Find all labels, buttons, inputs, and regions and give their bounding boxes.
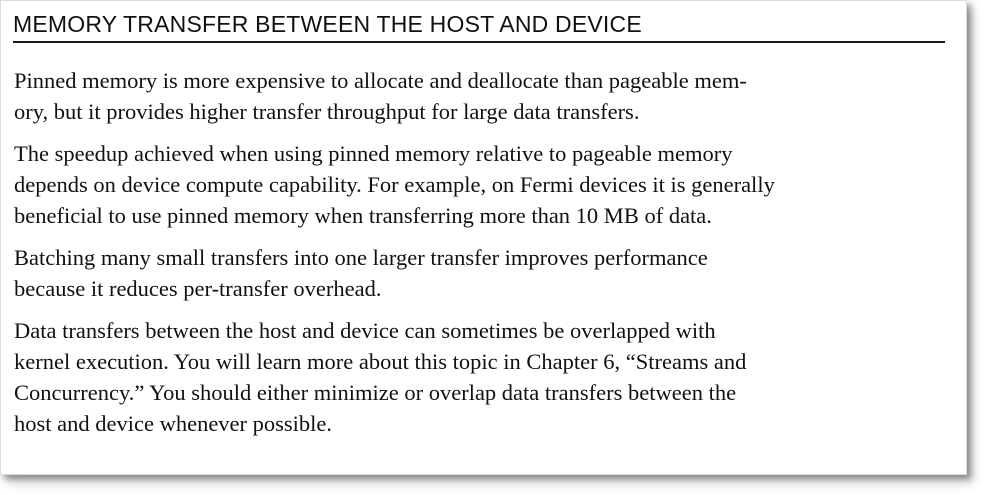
text-line: depends on device compute capability. Fo…	[14, 172, 775, 197]
text-line: beneficial to use pinned memory when tra…	[14, 203, 712, 228]
box-title: MEMORY TRANSFER BETWEEN THE HOST AND DEV…	[13, 7, 945, 43]
text-line: because it reduces per-transfer overhead…	[14, 276, 382, 301]
text-line: The speedup achieved when using pinned m…	[14, 141, 733, 166]
text-line: Pinned memory is more expensive to alloc…	[14, 68, 747, 93]
sidebar-note-box: MEMORY TRANSFER BETWEEN THE HOST AND DEV…	[0, 0, 967, 475]
box-body: Pinned memory is more expensive to alloc…	[14, 65, 949, 450]
text-line: host and device whenever possible.	[14, 411, 333, 436]
text-line: Concurrency.” You should either minimize…	[14, 380, 737, 405]
text-line: kernel execution. You will learn more ab…	[14, 349, 747, 374]
text-line: ory, but it provides higher transfer thr…	[14, 99, 640, 124]
paragraph-overlapping-transfers: Data transfers between the host and devi…	[14, 315, 949, 439]
text-line: Data transfers between the host and devi…	[14, 318, 716, 343]
text-line: Batching many small transfers into one l…	[14, 245, 708, 270]
paragraph-pinned-memory-cost: Pinned memory is more expensive to alloc…	[14, 65, 949, 127]
paragraph-pinned-memory-speedup: The speedup achieved when using pinned m…	[14, 138, 949, 231]
paragraph-batching-transfers: Batching many small transfers into one l…	[14, 242, 949, 304]
